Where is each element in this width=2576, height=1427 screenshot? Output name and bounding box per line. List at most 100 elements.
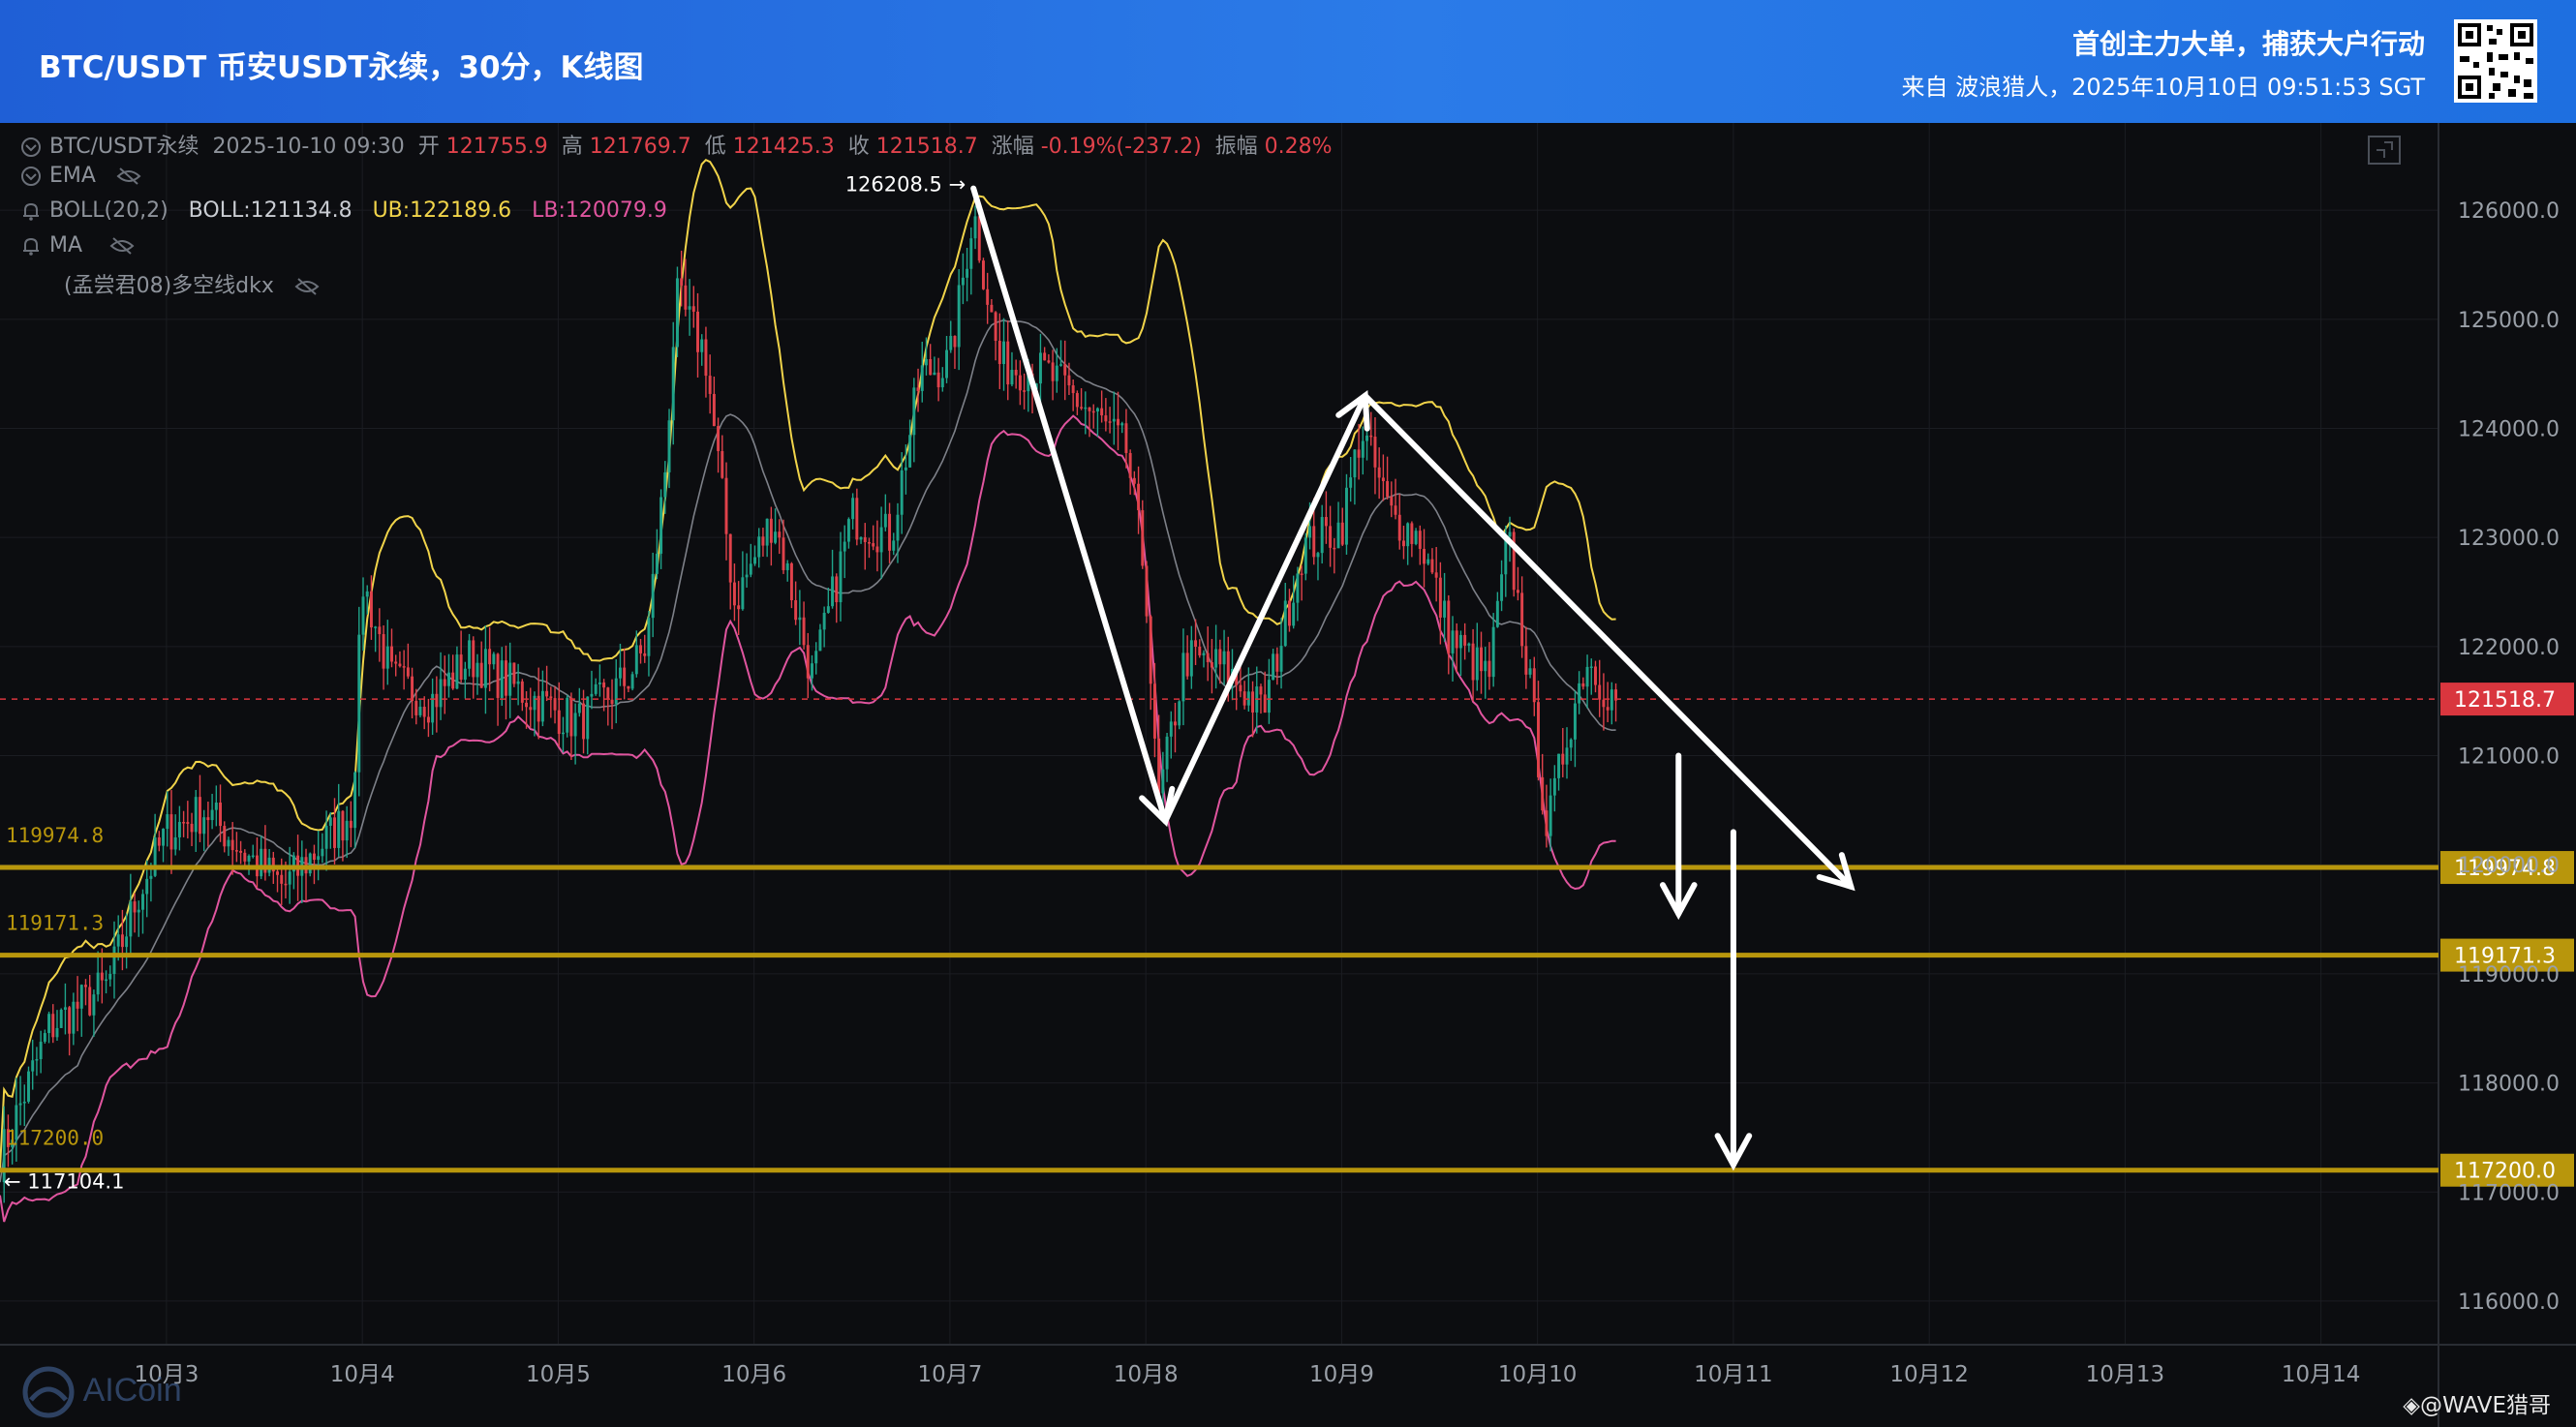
date-tick-label: 10月12 (1889, 1362, 1969, 1387)
qr-code-icon[interactable] (2454, 19, 2537, 103)
candle-body (227, 839, 230, 847)
candle-body (986, 288, 990, 305)
candle-body (1100, 408, 1104, 416)
candle-body (994, 312, 997, 342)
candle-body (475, 662, 479, 678)
date-tick-label: 10月8 (1114, 1362, 1179, 1387)
level-label: 117200.0 (6, 1127, 104, 1150)
candle-body (1055, 365, 1058, 381)
candle-body (63, 1007, 67, 1011)
candle-body (1610, 689, 1613, 711)
candle-body (1214, 649, 1218, 668)
candle-body (239, 850, 243, 853)
candle-body (1512, 531, 1516, 591)
candle-body (1373, 437, 1377, 468)
candle-body (1080, 407, 1084, 409)
candle-body (1124, 423, 1128, 453)
candle-body (1602, 699, 1606, 708)
eye-hidden-icon[interactable] (116, 167, 141, 186)
legend-ema: EMA (49, 164, 96, 188)
candle-body (411, 676, 414, 702)
candle-body (1014, 369, 1018, 376)
candle-body (966, 268, 969, 278)
candle-body (133, 901, 137, 913)
candle-body (704, 339, 708, 377)
price-tick-label: 123000.0 (2458, 527, 2560, 551)
candle-body (337, 810, 341, 848)
collapse-icon[interactable] (19, 165, 43, 188)
collapse-icon[interactable] (19, 136, 43, 159)
candle-body (1443, 600, 1447, 618)
candle-body (353, 772, 357, 829)
candle-body (916, 387, 920, 391)
bell-icon[interactable] (19, 234, 43, 258)
legend-close: 121518.7 (875, 135, 978, 159)
candle-body (508, 662, 512, 696)
candle-body (145, 878, 149, 895)
candle-body (549, 696, 553, 699)
candle-body (606, 687, 610, 700)
candle-body (1594, 666, 1597, 685)
max-price-annotation: 126208.5 → (845, 173, 966, 197)
candle-body (312, 853, 316, 861)
candle-body (1491, 626, 1495, 678)
candle-body (691, 306, 695, 312)
candle-body (27, 1071, 30, 1102)
candle-body (321, 848, 324, 857)
candle-body (757, 536, 761, 558)
candle-body (206, 817, 210, 821)
candle-body (908, 435, 912, 468)
candle-body (1137, 483, 1141, 511)
candle-body (1038, 352, 1042, 384)
fullscreen-icon[interactable] (2367, 135, 2402, 166)
eye-hidden-icon[interactable] (109, 236, 135, 256)
date-tick-label: 10月4 (330, 1362, 395, 1387)
ohlc-legend: BTC/USDT永续 2025-10-10 09:30 开 121755.9 高… (19, 129, 1333, 160)
candle-body (1369, 435, 1373, 438)
candle-body (826, 606, 830, 613)
eye-hidden-icon[interactable] (294, 277, 320, 296)
candle-body (782, 537, 785, 570)
min-price-annotation: ← 117104.1 (4, 1170, 124, 1194)
candle-body (981, 260, 985, 289)
ma-legend: MA (19, 233, 135, 258)
candle-body (1287, 600, 1291, 626)
candle-body (1071, 385, 1075, 394)
candle-body (1394, 505, 1397, 515)
candle-body (1397, 514, 1401, 541)
candle-body (96, 972, 100, 995)
candle-body (789, 562, 793, 601)
legend-high: 121769.7 (589, 135, 691, 159)
candle-body (594, 683, 598, 694)
candle-body (505, 660, 507, 696)
candle-body (717, 426, 721, 451)
candle-body (774, 531, 778, 543)
candle-body (1283, 600, 1287, 647)
candle-body (1084, 407, 1088, 410)
author-watermark: ◈@WAVE猎哥 (2403, 1393, 2551, 1418)
candle-body (973, 216, 977, 239)
candle-body (328, 817, 332, 826)
candle-body (447, 672, 450, 686)
price-chart[interactable]: 119974.8119974.8119171.3119171.3117200.0… (0, 123, 2576, 1427)
candle-body (1165, 736, 1169, 770)
candle-body (1018, 375, 1022, 391)
candle-body (1112, 418, 1116, 422)
candle-body (1043, 352, 1047, 361)
candle-body (1401, 540, 1405, 547)
candle-body (1357, 449, 1361, 458)
candle-body (1067, 375, 1071, 386)
candle-body (1365, 435, 1369, 441)
candle-body (1438, 577, 1442, 618)
candle-body (700, 339, 704, 352)
candle-body (1549, 795, 1552, 836)
candle-body (1390, 497, 1394, 506)
candle-body (443, 679, 446, 686)
candle-body (566, 697, 569, 733)
candle-body (933, 372, 936, 376)
bell-icon[interactable] (19, 199, 43, 223)
candle-body (1508, 531, 1512, 537)
candle-body (688, 306, 691, 310)
candle-body (1406, 523, 1410, 547)
candle-body (1303, 537, 1307, 574)
